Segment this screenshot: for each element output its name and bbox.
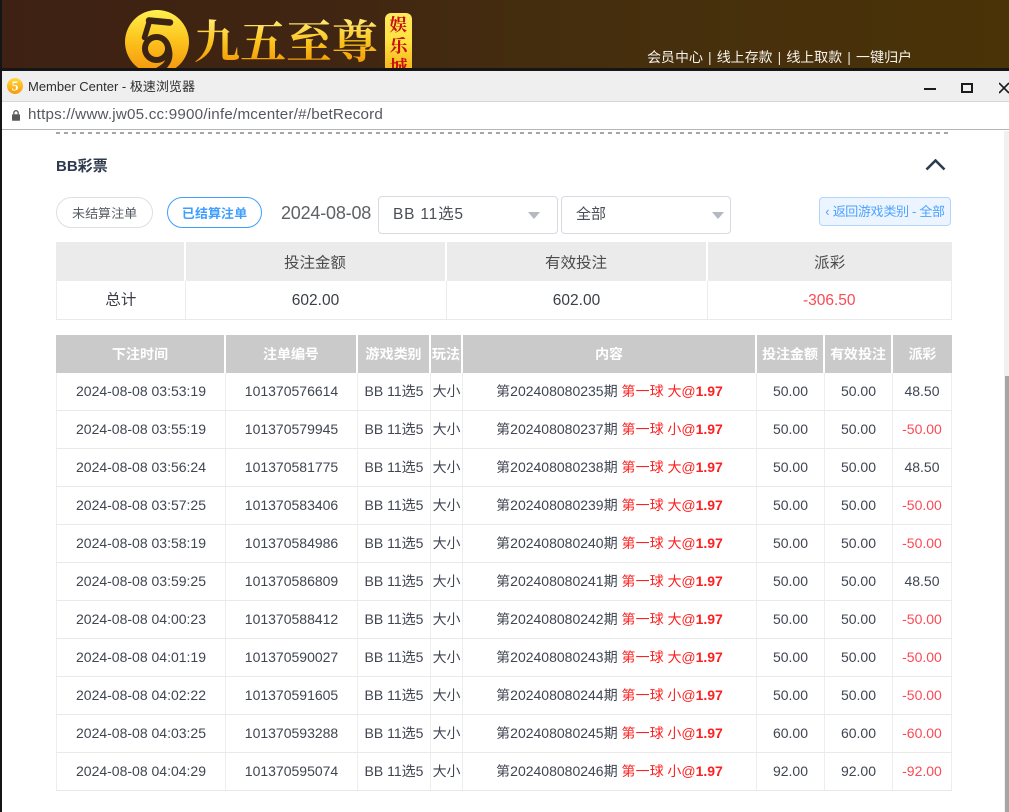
- svg-text:5: 5: [12, 79, 19, 94]
